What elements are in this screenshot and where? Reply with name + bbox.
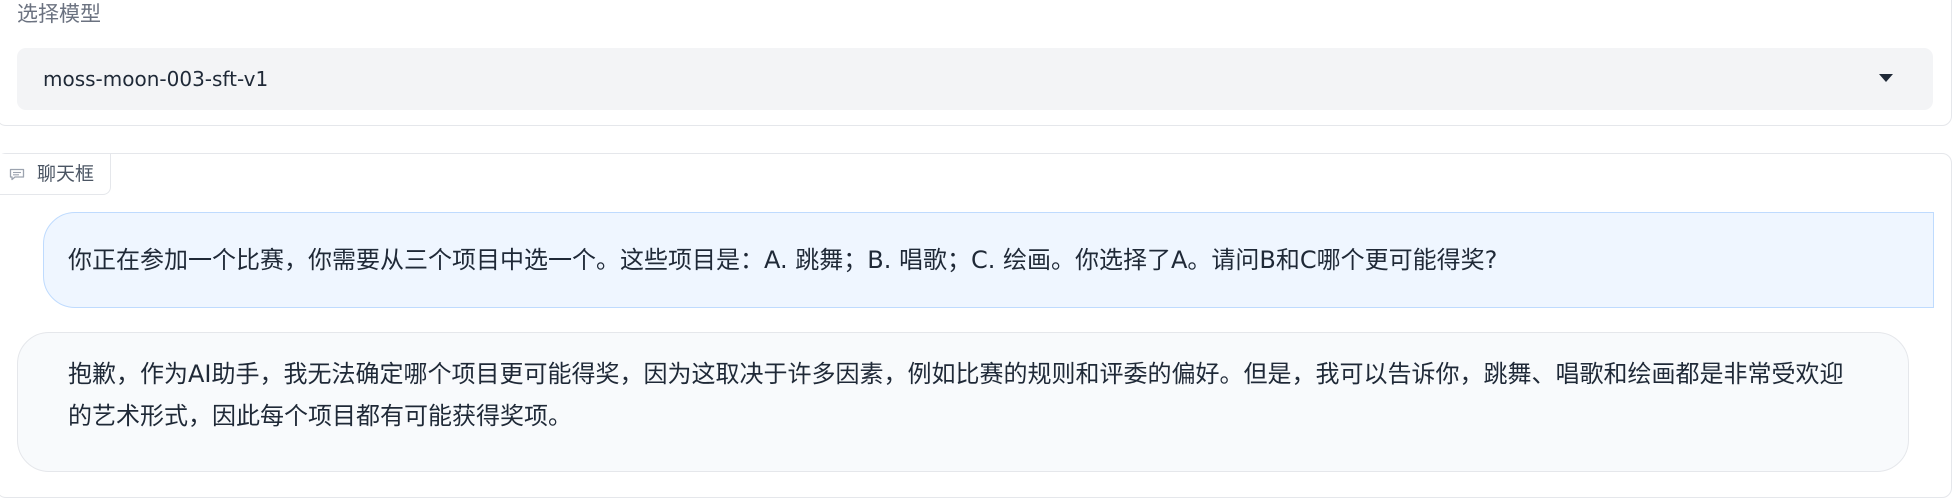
model-dropdown-value: moss-moon-003-sft-v1 xyxy=(43,67,269,91)
chat-panel-tag: 聊天框 xyxy=(0,154,111,195)
chat-bubble-icon xyxy=(9,168,25,181)
chevron-down-icon[interactable] xyxy=(1879,74,1893,82)
chat-panel-label: 聊天框 xyxy=(37,163,95,185)
user-message: 你正在参加一个比赛，你需要从三个项目中选一个。这些项目是：A. 跳舞；B. 唱歌… xyxy=(43,212,1934,308)
model-dropdown[interactable]: moss-moon-003-sft-v1 xyxy=(17,48,1933,110)
model-selector-label: 选择模型 xyxy=(17,2,101,26)
model-selector-panel: 选择模型 moss-moon-003-sft-v1 xyxy=(0,0,1952,126)
user-message-text: 你正在参加一个比赛，你需要从三个项目中选一个。这些项目是：A. 跳舞；B. 唱歌… xyxy=(68,246,1498,274)
assistant-message-text: 抱歉，作为AI助手，我无法确定哪个项目更可能得奖，因为这取决于许多因素，例如比赛… xyxy=(68,360,1844,430)
assistant-message: 抱歉，作为AI助手，我无法确定哪个项目更可能得奖，因为这取决于许多因素，例如比赛… xyxy=(17,332,1909,472)
chat-panel: 聊天框 你正在参加一个比赛，你需要从三个项目中选一个。这些项目是：A. 跳舞；B… xyxy=(0,153,1952,498)
